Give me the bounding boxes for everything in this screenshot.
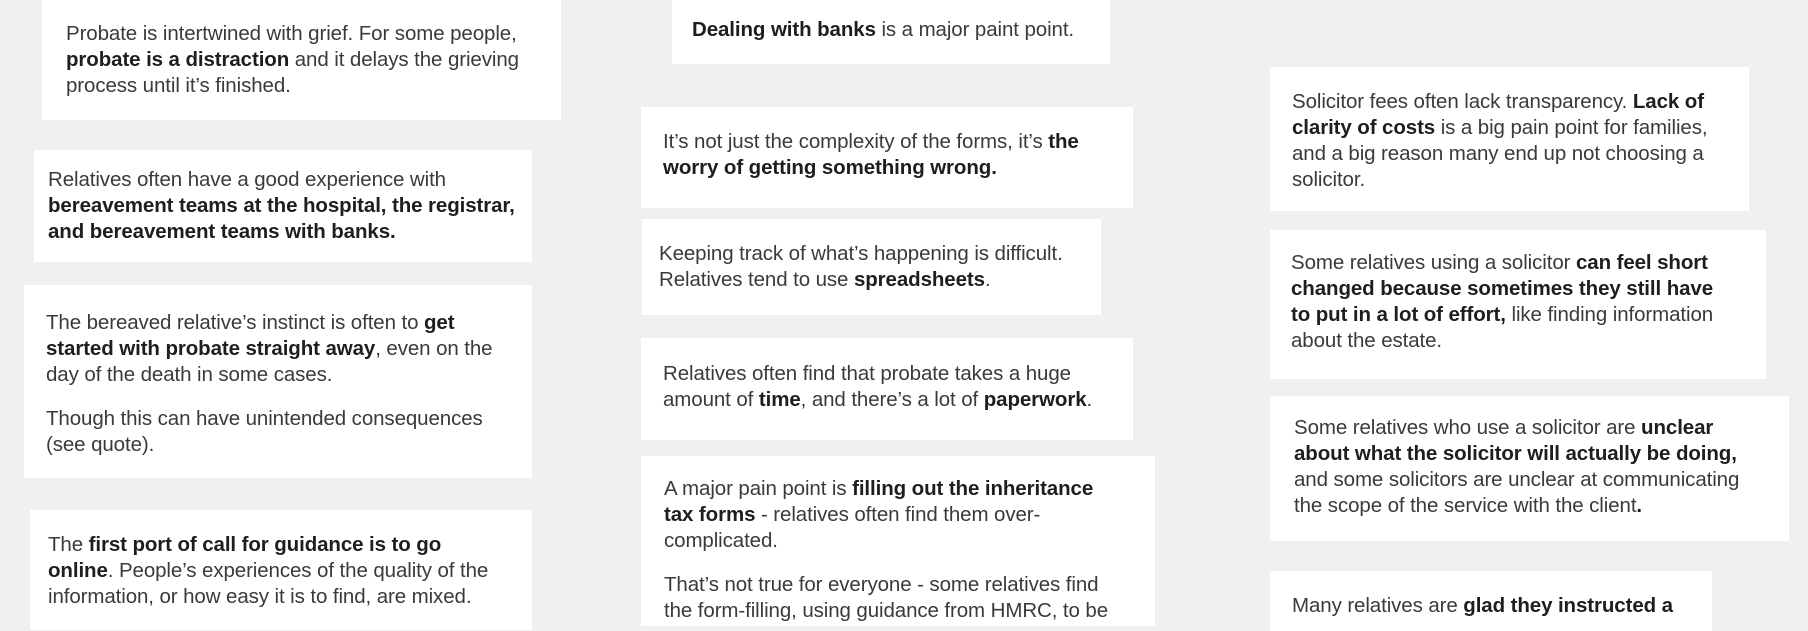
emphasis-text: Dealing with banks [692,18,876,41]
sticky-note-spreadsheets: Keeping track of what’s happening is dif… [642,219,1101,315]
note-paragraph: Some relatives using a solicitor can fee… [1291,250,1736,354]
note-paragraph: Though this can have unintended conseque… [46,406,502,458]
emphasis-text: . [1636,494,1643,517]
note-text: The [48,533,89,556]
emphasis-text: probate is a distraction [66,48,290,71]
note-paragraph: Relatives often have a good experience w… [48,167,518,245]
note-text: Though this can have unintended conseque… [46,407,483,456]
note-text: The bereaved relative’s instinct is ofte… [46,311,424,334]
emphasis-text: glad they instructed a [1463,594,1673,617]
note-text: A major pain point is [664,477,853,500]
sticky-note-probate-instinct: The bereaved relative’s instinct is ofte… [24,285,532,478]
note-text: Some relatives using a solicitor [1291,251,1576,274]
note-text: . People’s experiences of the quality of… [48,559,489,608]
note-paragraph: That’s not true for everyone - some rela… [664,572,1115,624]
sticky-note-glad-instructed: Many relatives are glad they instructed … [1270,571,1712,631]
sticky-note-bereavement-teams: Relatives often have a good experience w… [34,150,532,262]
sticky-note-probate-grief: Probate is intertwined with grief. For s… [42,0,561,120]
note-paragraph: Relatives often find that probate takes … [663,361,1113,413]
note-paragraph: The bereaved relative’s instinct is ofte… [46,310,502,388]
note-text: Probate is intertwined with grief. For s… [66,22,517,45]
note-paragraph: Keeping track of what’s happening is dif… [659,241,1083,293]
note-text: is a major paint point. [875,18,1075,41]
sticky-note-banks: Dealing with banks is a major paint poin… [672,0,1110,64]
emphasis-text: paperwork [983,388,1087,411]
note-text: . [1086,388,1093,411]
emphasis-text: bereavement teams at the hospital, the r… [48,194,515,243]
note-text: Many relatives are [1292,594,1464,617]
note-text: Some relatives who use a solicitor are [1294,416,1642,439]
note-text: and some solicitors are unclear at commu… [1294,468,1740,517]
sticky-note-time-paperwork: Relatives often find that probate takes … [641,338,1133,440]
emphasis-text: spreadsheets [853,268,985,291]
sticky-note-solicitor-scope: Some relatives who use a solicitor are u… [1270,396,1789,541]
note-paragraph: Many relatives are glad they instructed … [1292,593,1692,619]
note-paragraph: Dealing with banks is a major paint poin… [692,17,1090,43]
note-paragraph: Solicitor fees often lack transparency. … [1292,89,1723,193]
note-paragraph: Probate is intertwined with grief. For s… [66,21,537,99]
sticky-note-inheritance-tax: A major pain point is filling out the in… [641,456,1155,626]
note-text: It’s not just the complexity of the form… [663,130,1049,153]
sticky-note-guidance-online: The first port of call for guidance is t… [30,510,532,630]
note-paragraph: A major pain point is filling out the in… [664,476,1115,554]
note-text: Solicitor fees often lack transparency. [1292,90,1633,113]
note-text: , and there’s a lot of [800,388,984,411]
sticky-note-solicitor-fees: Solicitor fees often lack transparency. … [1270,67,1749,211]
note-text: Relatives often have a good experience w… [48,168,446,191]
note-text: That’s not true for everyone - some rela… [664,573,1109,622]
note-text: . [984,268,991,291]
note-paragraph: The first port of call for guidance is t… [48,532,508,610]
note-paragraph: Some relatives who use a solicitor are u… [1294,415,1767,519]
emphasis-text: time [758,388,801,411]
sticky-note-short-changed: Some relatives using a solicitor can fee… [1270,230,1766,379]
note-paragraph: It’s not just the complexity of the form… [663,129,1107,181]
sticky-note-forms-worry: It’s not just the complexity of the form… [641,107,1133,208]
